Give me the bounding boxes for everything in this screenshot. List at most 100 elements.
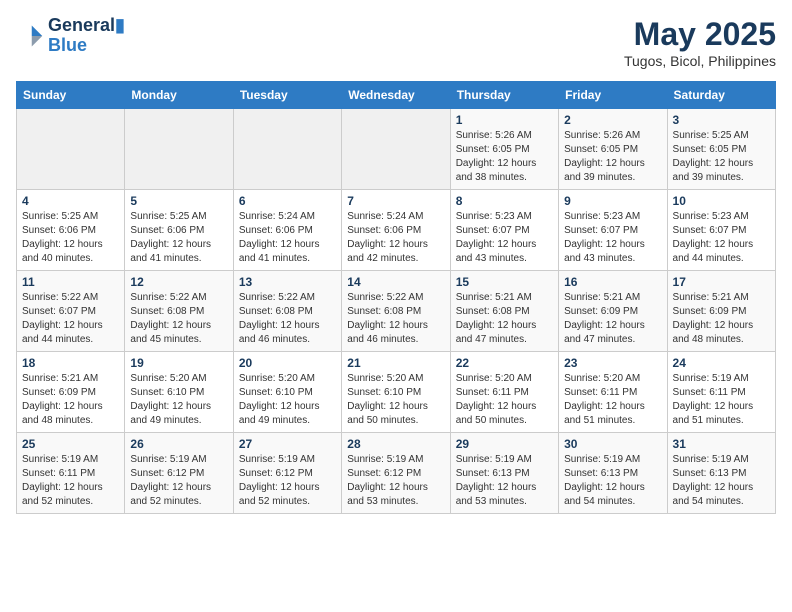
day-info: Sunrise: 5:19 AM Sunset: 6:12 PM Dayligh… bbox=[130, 453, 227, 509]
calendar-day-cell: 25 Sunrise: 5:19 AM Sunset: 6:11 PM Dayli… bbox=[17, 433, 125, 514]
day-number: 27 bbox=[239, 437, 336, 451]
day-info: Sunrise: 5:25 AM Sunset: 6:06 PM Dayligh… bbox=[130, 210, 227, 266]
day-number: 28 bbox=[347, 437, 444, 451]
weekday-header-cell: Tuesday bbox=[233, 82, 341, 109]
calendar-week-row: 1 Sunrise: 5:26 AM Sunset: 6:05 PM Daylig… bbox=[17, 109, 776, 190]
page-header: General▮ Blue May 2025 Tugos, Bicol, Phi… bbox=[16, 16, 776, 69]
day-number: 15 bbox=[456, 275, 553, 289]
calendar-week-row: 25 Sunrise: 5:19 AM Sunset: 6:11 PM Dayli… bbox=[17, 433, 776, 514]
calendar-day-cell bbox=[125, 109, 233, 190]
calendar-day-cell: 21Sunrise: 5:20 AM Sunset: 6:10 PM Dayli… bbox=[342, 352, 450, 433]
calendar-day-cell: 29Sunrise: 5:19 AM Sunset: 6:13 PM Dayli… bbox=[450, 433, 558, 514]
day-info: Sunrise: 5:21 AM Sunset: 6:09 PM Dayligh… bbox=[22, 372, 119, 428]
calendar-day-cell: 30 Sunrise: 5:19 AM Sunset: 6:13 PM Dayli… bbox=[559, 433, 667, 514]
calendar-day-cell: 19Sunrise: 5:20 AM Sunset: 6:10 PM Dayli… bbox=[125, 352, 233, 433]
calendar-day-cell: 8 Sunrise: 5:23 AM Sunset: 6:07 PM Daylig… bbox=[450, 190, 558, 271]
day-info: Sunrise: 5:22 AM Sunset: 6:08 PM Dayligh… bbox=[347, 291, 444, 347]
day-number: 3 bbox=[673, 113, 770, 127]
day-info: Sunrise: 5:23 AM Sunset: 6:07 PM Dayligh… bbox=[673, 210, 770, 266]
calendar-day-cell: 22 Sunrise: 5:20 AM Sunset: 6:11 PM Dayli… bbox=[450, 352, 558, 433]
weekday-header-cell: Saturday bbox=[667, 82, 775, 109]
day-number: 17 bbox=[673, 275, 770, 289]
weekday-header-cell: Friday bbox=[559, 82, 667, 109]
weekday-header-cell: Thursday bbox=[450, 82, 558, 109]
day-info: Sunrise: 5:20 AM Sunset: 6:11 PM Dayligh… bbox=[456, 372, 553, 428]
day-number: 13 bbox=[239, 275, 336, 289]
calendar-day-cell: 11Sunrise: 5:22 AM Sunset: 6:07 PM Dayli… bbox=[17, 271, 125, 352]
calendar-table: SundayMondayTuesdayWednesdayThursdayFrid… bbox=[16, 81, 776, 514]
day-number: 1 bbox=[456, 113, 553, 127]
day-info: Sunrise: 5:22 AM Sunset: 6:08 PM Dayligh… bbox=[130, 291, 227, 347]
title-block: May 2025 Tugos, Bicol, Philippines bbox=[624, 16, 776, 69]
day-number: 30 bbox=[564, 437, 661, 451]
day-info: Sunrise: 5:23 AM Sunset: 6:07 PM Dayligh… bbox=[456, 210, 553, 266]
day-info: Sunrise: 5:20 AM Sunset: 6:10 PM Dayligh… bbox=[239, 372, 336, 428]
calendar-day-cell: 3 Sunrise: 5:25 AM Sunset: 6:05 PM Daylig… bbox=[667, 109, 775, 190]
day-info: Sunrise: 5:19 AM Sunset: 6:12 PM Dayligh… bbox=[239, 453, 336, 509]
day-info: Sunrise: 5:19 AM Sunset: 6:12 PM Dayligh… bbox=[347, 453, 444, 509]
calendar-week-row: 18 Sunrise: 5:21 AM Sunset: 6:09 PM Dayli… bbox=[17, 352, 776, 433]
calendar-day-cell: 26 Sunrise: 5:19 AM Sunset: 6:12 PM Dayli… bbox=[125, 433, 233, 514]
day-number: 12 bbox=[130, 275, 227, 289]
day-info: Sunrise: 5:24 AM Sunset: 6:06 PM Dayligh… bbox=[347, 210, 444, 266]
month-title: May 2025 bbox=[624, 16, 776, 53]
logo-text: General▮ Blue bbox=[48, 16, 125, 56]
calendar-day-cell: 20Sunrise: 5:20 AM Sunset: 6:10 PM Dayli… bbox=[233, 352, 341, 433]
calendar-week-row: 4Sunrise: 5:25 AM Sunset: 6:06 PM Daylig… bbox=[17, 190, 776, 271]
day-info: Sunrise: 5:19 AM Sunset: 6:13 PM Dayligh… bbox=[564, 453, 661, 509]
logo-icon bbox=[16, 22, 44, 50]
day-info: Sunrise: 5:23 AM Sunset: 6:07 PM Dayligh… bbox=[564, 210, 661, 266]
weekday-header-cell: Sunday bbox=[17, 82, 125, 109]
calendar-day-cell: 17Sunrise: 5:21 AM Sunset: 6:09 PM Dayli… bbox=[667, 271, 775, 352]
day-number: 18 bbox=[22, 356, 119, 370]
day-info: Sunrise: 5:19 AM Sunset: 6:11 PM Dayligh… bbox=[22, 453, 119, 509]
day-info: Sunrise: 5:26 AM Sunset: 6:05 PM Dayligh… bbox=[564, 129, 661, 185]
day-number: 21 bbox=[347, 356, 444, 370]
logo: General▮ Blue bbox=[16, 16, 125, 56]
calendar-day-cell: 27 Sunrise: 5:19 AM Sunset: 6:12 PM Dayli… bbox=[233, 433, 341, 514]
day-number: 8 bbox=[456, 194, 553, 208]
calendar-day-cell: 6 Sunrise: 5:24 AM Sunset: 6:06 PM Daylig… bbox=[233, 190, 341, 271]
calendar-day-cell: 23 Sunrise: 5:20 AM Sunset: 6:11 PM Dayli… bbox=[559, 352, 667, 433]
calendar-day-cell: 16 Sunrise: 5:21 AM Sunset: 6:09 PM Dayli… bbox=[559, 271, 667, 352]
day-number: 23 bbox=[564, 356, 661, 370]
day-info: Sunrise: 5:20 AM Sunset: 6:10 PM Dayligh… bbox=[130, 372, 227, 428]
day-info: Sunrise: 5:25 AM Sunset: 6:05 PM Dayligh… bbox=[673, 129, 770, 185]
calendar-day-cell bbox=[342, 109, 450, 190]
day-info: Sunrise: 5:19 AM Sunset: 6:13 PM Dayligh… bbox=[673, 453, 770, 509]
calendar-day-cell: 24Sunrise: 5:19 AM Sunset: 6:11 PM Dayli… bbox=[667, 352, 775, 433]
day-info: Sunrise: 5:26 AM Sunset: 6:05 PM Dayligh… bbox=[456, 129, 553, 185]
day-number: 9 bbox=[564, 194, 661, 208]
calendar-day-cell: 10Sunrise: 5:23 AM Sunset: 6:07 PM Dayli… bbox=[667, 190, 775, 271]
day-info: Sunrise: 5:24 AM Sunset: 6:06 PM Dayligh… bbox=[239, 210, 336, 266]
day-number: 22 bbox=[456, 356, 553, 370]
weekday-header-row: SundayMondayTuesdayWednesdayThursdayFrid… bbox=[17, 82, 776, 109]
day-number: 14 bbox=[347, 275, 444, 289]
location: Tugos, Bicol, Philippines bbox=[624, 53, 776, 69]
calendar-body: 1 Sunrise: 5:26 AM Sunset: 6:05 PM Daylig… bbox=[17, 109, 776, 514]
calendar-day-cell: 12 Sunrise: 5:22 AM Sunset: 6:08 PM Dayli… bbox=[125, 271, 233, 352]
day-number: 2 bbox=[564, 113, 661, 127]
day-info: Sunrise: 5:21 AM Sunset: 6:09 PM Dayligh… bbox=[564, 291, 661, 347]
day-number: 24 bbox=[673, 356, 770, 370]
calendar-day-cell: 2 Sunrise: 5:26 AM Sunset: 6:05 PM Daylig… bbox=[559, 109, 667, 190]
calendar-day-cell: 14 Sunrise: 5:22 AM Sunset: 6:08 PM Dayli… bbox=[342, 271, 450, 352]
calendar-day-cell: 5 Sunrise: 5:25 AM Sunset: 6:06 PM Daylig… bbox=[125, 190, 233, 271]
calendar-week-row: 11Sunrise: 5:22 AM Sunset: 6:07 PM Dayli… bbox=[17, 271, 776, 352]
weekday-header-cell: Wednesday bbox=[342, 82, 450, 109]
day-number: 7 bbox=[347, 194, 444, 208]
day-number: 25 bbox=[22, 437, 119, 451]
calendar-day-cell: 4Sunrise: 5:25 AM Sunset: 6:06 PM Daylig… bbox=[17, 190, 125, 271]
day-info: Sunrise: 5:22 AM Sunset: 6:08 PM Dayligh… bbox=[239, 291, 336, 347]
day-number: 26 bbox=[130, 437, 227, 451]
day-info: Sunrise: 5:21 AM Sunset: 6:08 PM Dayligh… bbox=[456, 291, 553, 347]
calendar-day-cell: 1 Sunrise: 5:26 AM Sunset: 6:05 PM Daylig… bbox=[450, 109, 558, 190]
calendar-day-cell: 28 Sunrise: 5:19 AM Sunset: 6:12 PM Dayli… bbox=[342, 433, 450, 514]
day-number: 5 bbox=[130, 194, 227, 208]
day-number: 16 bbox=[564, 275, 661, 289]
day-info: Sunrise: 5:22 AM Sunset: 6:07 PM Dayligh… bbox=[22, 291, 119, 347]
day-number: 6 bbox=[239, 194, 336, 208]
day-info: Sunrise: 5:20 AM Sunset: 6:11 PM Dayligh… bbox=[564, 372, 661, 428]
calendar-day-cell: 31Sunrise: 5:19 AM Sunset: 6:13 PM Dayli… bbox=[667, 433, 775, 514]
calendar-day-cell: 18 Sunrise: 5:21 AM Sunset: 6:09 PM Dayli… bbox=[17, 352, 125, 433]
